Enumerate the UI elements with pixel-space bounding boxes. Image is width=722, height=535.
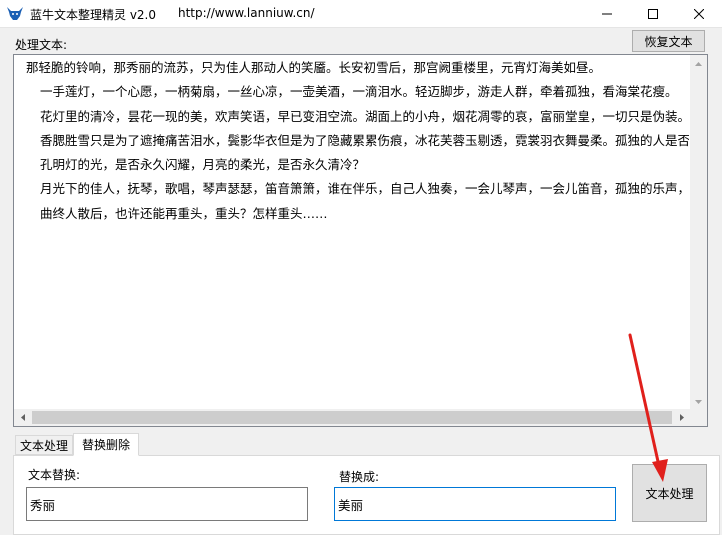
text-line: 曲终人散后，也许还能再重头，重头？怎样重头…… <box>40 205 328 221</box>
replace-with-input[interactable] <box>334 487 616 521</box>
vertical-scrollbar[interactable] <box>690 55 707 410</box>
text-content: 那轻脆的铃响，那秀丽的流苏，只为佳人那动人的笑靥。长安初雪后，那宫阙重楼里，元宵… <box>26 57 689 408</box>
app-title: 蓝牛文本整理精灵 v2.0 <box>30 8 157 22</box>
text-process-button[interactable]: 文本处理 <box>632 464 707 522</box>
horizontal-scroll-thumb[interactable] <box>32 411 672 424</box>
maximize-button[interactable] <box>630 0 676 28</box>
scroll-down-arrow-icon[interactable] <box>690 393 707 410</box>
minimize-icon <box>602 13 612 15</box>
tab-text-process[interactable]: 文本处理 <box>15 435 73 455</box>
scroll-left-arrow-icon[interactable] <box>14 409 31 426</box>
close-button[interactable] <box>676 0 722 28</box>
close-icon <box>694 9 704 19</box>
text-line: 一手莲灯，一个心愿，一柄菊扇，一丝心凉，一壶美酒，一滴泪水。轻迈脚步，游走人群，… <box>40 84 678 100</box>
text-line: 月光下的佳人，抚琴，歌唱，琴声瑟瑟，笛音箫箫，谁在伴乐，自己人独奏，一会儿琴声，… <box>40 181 689 197</box>
text-line: 香腮胜雪只是为了遮掩痛苦泪水，鬓影华衣但是为了隐藏累累伤痕，冰花芙蓉玉剔透，霓裳… <box>40 132 689 148</box>
process-text-area[interactable]: 那轻脆的铃响，那秀丽的流苏，只为佳人那动人的笑靥。长安初雪后，那宫阙重楼里，元宵… <box>13 54 708 427</box>
title-bar: 蓝牛文本整理精灵 v2.0 http://www.lanniuw.cn/ <box>0 0 722 28</box>
scroll-corner <box>690 409 707 426</box>
text-line: 那轻脆的铃响，那秀丽的流苏，只为佳人那动人的笑靥。长安初雪后，那宫阙重楼里，元宵… <box>26 60 602 75</box>
find-text-label: 文本替换: <box>28 468 81 482</box>
bull-logo-icon <box>7 7 23 20</box>
scroll-right-arrow-icon[interactable] <box>673 409 690 426</box>
restore-text-button[interactable]: 恢复文本 <box>632 30 705 52</box>
minimize-button[interactable] <box>584 0 630 28</box>
replace-with-label: 替换成: <box>339 470 380 484</box>
scroll-up-arrow-icon[interactable] <box>690 55 707 72</box>
maximize-icon <box>648 9 658 19</box>
process-text-label: 处理文本: <box>15 38 68 52</box>
text-line: 孔明灯的光，是否永久闪耀，月亮的柔光，是否永久清冷？ <box>40 157 366 173</box>
find-text-input[interactable] <box>26 487 308 521</box>
horizontal-scrollbar[interactable] <box>14 409 690 426</box>
app-url: http://www.lanniuw.cn/ <box>178 6 315 20</box>
tab-replace-delete[interactable]: 替换删除 <box>73 433 139 456</box>
text-line: 花灯里的清冷，昙花一现的美，欢声笑语，早已变泪空流。湖面上的小舟，烟花凋零的哀，… <box>40 108 689 124</box>
